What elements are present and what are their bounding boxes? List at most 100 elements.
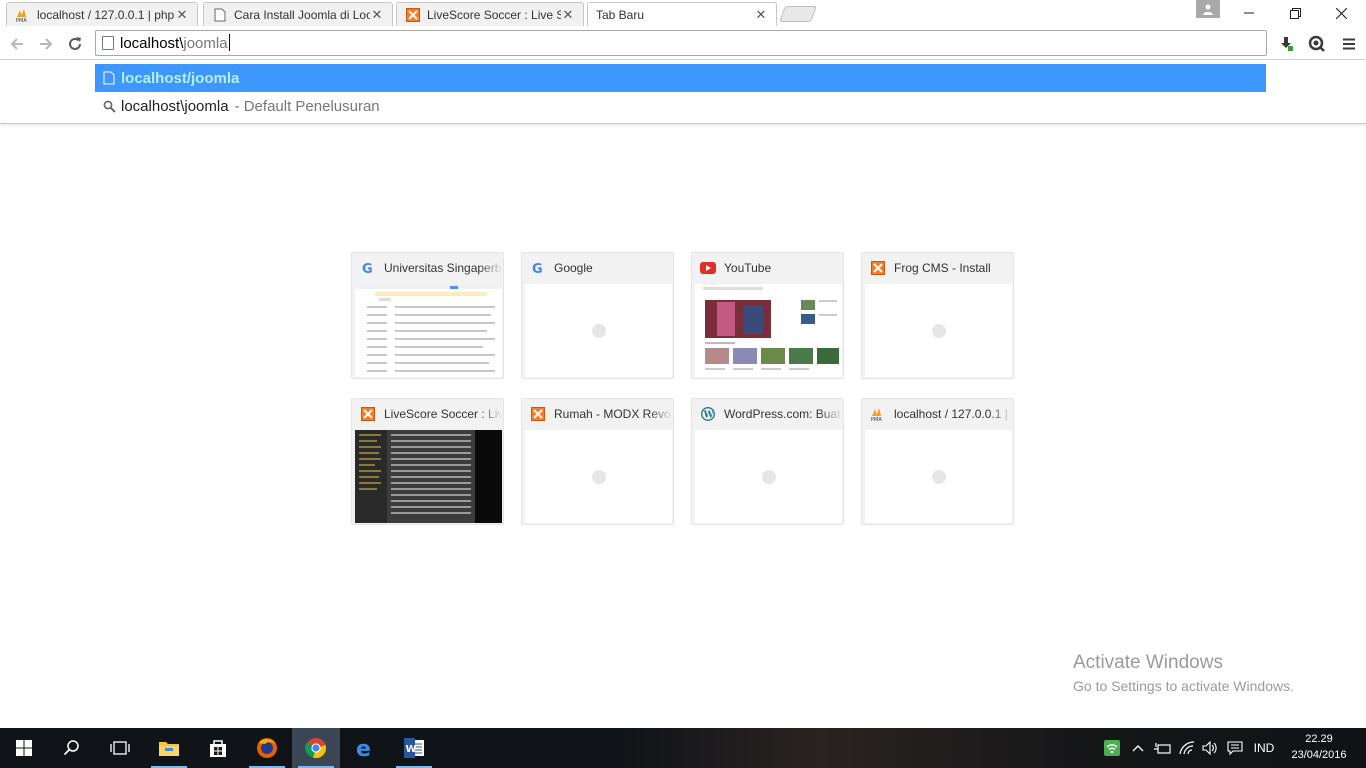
google-icon: G [360,260,376,276]
address-bar[interactable]: localhost\joomla [95,30,1267,56]
suggestion-item[interactable]: localhost\joomla - Default Penelusuran [95,92,1266,120]
power-icon[interactable] [1151,728,1173,768]
task-view-icon [110,741,130,755]
tile-thumbnail [865,284,1012,377]
restore-button[interactable] [1272,0,1318,26]
search-icon [63,740,79,756]
svg-text:W: W [703,411,715,421]
tile-header: LiveScore Soccer : Live [352,399,503,429]
most-visited-tile[interactable]: W WordPress.com: Buat [691,398,844,525]
folder-icon [159,742,179,756]
xampp-icon [360,406,376,422]
svg-text:G: G [532,262,543,275]
activate-windows-watermark: Activate Windows Go to Settings to activ… [1073,652,1294,694]
menu-button[interactable] [1337,32,1361,56]
word-button[interactable]: W [390,728,438,768]
watermark-title: Activate Windows [1073,652,1223,673]
placeholder-dot [931,469,946,484]
suggestion-item[interactable]: localhost/joomla [95,64,1266,92]
most-visited-tile[interactable]: Frog CMS - Install [861,252,1014,379]
back-button[interactable] [5,32,29,56]
most-visited-tile[interactable]: LiveScore Soccer : Live [351,398,504,525]
close-icon[interactable]: ✕ [561,7,575,23]
wordpress-icon: W [700,406,716,422]
tab-livescore[interactable]: LiveScore Soccer : Live Scores ✕ [396,2,584,26]
watermark-subtitle: Go to Settings to activate Windows. [1073,678,1294,694]
text-caret [228,34,230,51]
autocomplete-text: joomla [183,35,228,52]
system-clock[interactable]: 22.29 23/04/2016 [1286,731,1352,763]
svg-text:PMA: PMA [16,18,27,23]
hamburger-menu-icon [1343,38,1355,50]
store-button[interactable] [194,728,242,768]
volume-icon[interactable] [1199,728,1221,768]
tile-header: G Google [522,253,673,283]
tile-header: Frog CMS - Install [862,253,1013,283]
chevron-up-icon [1132,745,1144,752]
action-center-icon[interactable] [1224,728,1246,768]
close-window-button[interactable] [1318,0,1364,26]
task-view-button[interactable] [96,728,144,768]
placeholder-dot [761,469,776,484]
tab-phpmyadmin[interactable]: PMA localhost / 127.0.0.1 | phpMyAdmin ✕ [6,2,198,26]
tile-title: YouTube [724,261,772,275]
most-visited-tile[interactable]: G Google [521,252,674,379]
most-visited-tile[interactable]: Rumah - MODX Revolution [521,398,674,525]
youtube-icon [700,260,716,276]
tile-thumbnail [695,430,842,523]
tab-cara-install[interactable]: Cara Install Joomla di Localhost ✕ [203,2,393,26]
tab-title: LiveScore Soccer : Live Scores [427,7,561,22]
extension-icon [1308,35,1325,52]
language-indicator[interactable]: IND [1248,728,1280,768]
tab-tab-baru[interactable]: Tab Baru ✕ [587,2,777,26]
tile-title: Frog CMS - Install [894,261,991,275]
network-status-icon[interactable] [1102,728,1122,768]
tile-header: Rumah - MODX Revolution [522,399,673,429]
tile-thumbnail [695,284,842,377]
start-button[interactable] [0,728,48,768]
tile-title: Rumah - MODX Revolution [554,407,673,421]
store-bag-icon [210,740,226,757]
tab-title: Cara Install Joomla di Localhost [234,7,370,22]
edge-icon: e [356,737,371,759]
close-icon[interactable]: ✕ [175,7,189,23]
minimize-button[interactable] [1226,0,1272,26]
google-icon: G [530,260,546,276]
forward-button[interactable] [34,32,58,56]
reload-button[interactable] [63,32,87,56]
search-icon [101,100,117,113]
file-explorer-button[interactable] [145,728,193,768]
tile-header: PMA localhost / 127.0.0.1 | [862,399,1013,429]
show-hidden-icons-button[interactable] [1128,728,1148,768]
xampp-icon [405,7,421,23]
windows-logo-icon [16,740,32,756]
wifi-icon[interactable] [1176,728,1198,768]
edge-button[interactable]: e [342,728,390,768]
most-visited-tile[interactable]: YouTube [691,252,844,379]
search-button[interactable] [48,728,96,768]
phpmyadmin-icon: PMA [870,406,886,422]
new-tab-button[interactable] [779,6,817,22]
download-extension-button[interactable] [1274,32,1298,56]
user-icon[interactable] [1196,0,1220,18]
firefox-button[interactable] [243,728,291,768]
most-visited-tile[interactable]: PMA localhost / 127.0.0.1 | [861,398,1014,525]
tile-title: LiveScore Soccer : Live [384,407,503,421]
most-visited-tile[interactable]: G Universitas Singaperbangsa [351,252,504,379]
close-icon[interactable]: ✕ [370,7,384,23]
suggestion-hint: - Default Penelusuran [234,97,380,115]
address-text[interactable]: localhost\joomla [120,34,230,52]
tile-thumbnail [525,430,672,523]
tile-title: Universitas Singaperbangsa [384,261,503,275]
xampp-icon [530,406,546,422]
extension-button[interactable] [1305,32,1329,56]
close-icon[interactable]: ✕ [754,7,768,23]
chrome-button[interactable] [292,728,340,768]
omnibox-suggestions: localhost/joomla localhost\joomla - Defa… [0,61,1366,124]
tile-thumbnail [355,284,502,377]
placeholder-dot [931,323,946,338]
tile-title: WordPress.com: Buat [724,407,841,421]
clock-date: 23/04/2016 [1291,749,1347,761]
svg-text:PMA: PMA [871,417,882,422]
tile-thumbnail [525,284,672,377]
